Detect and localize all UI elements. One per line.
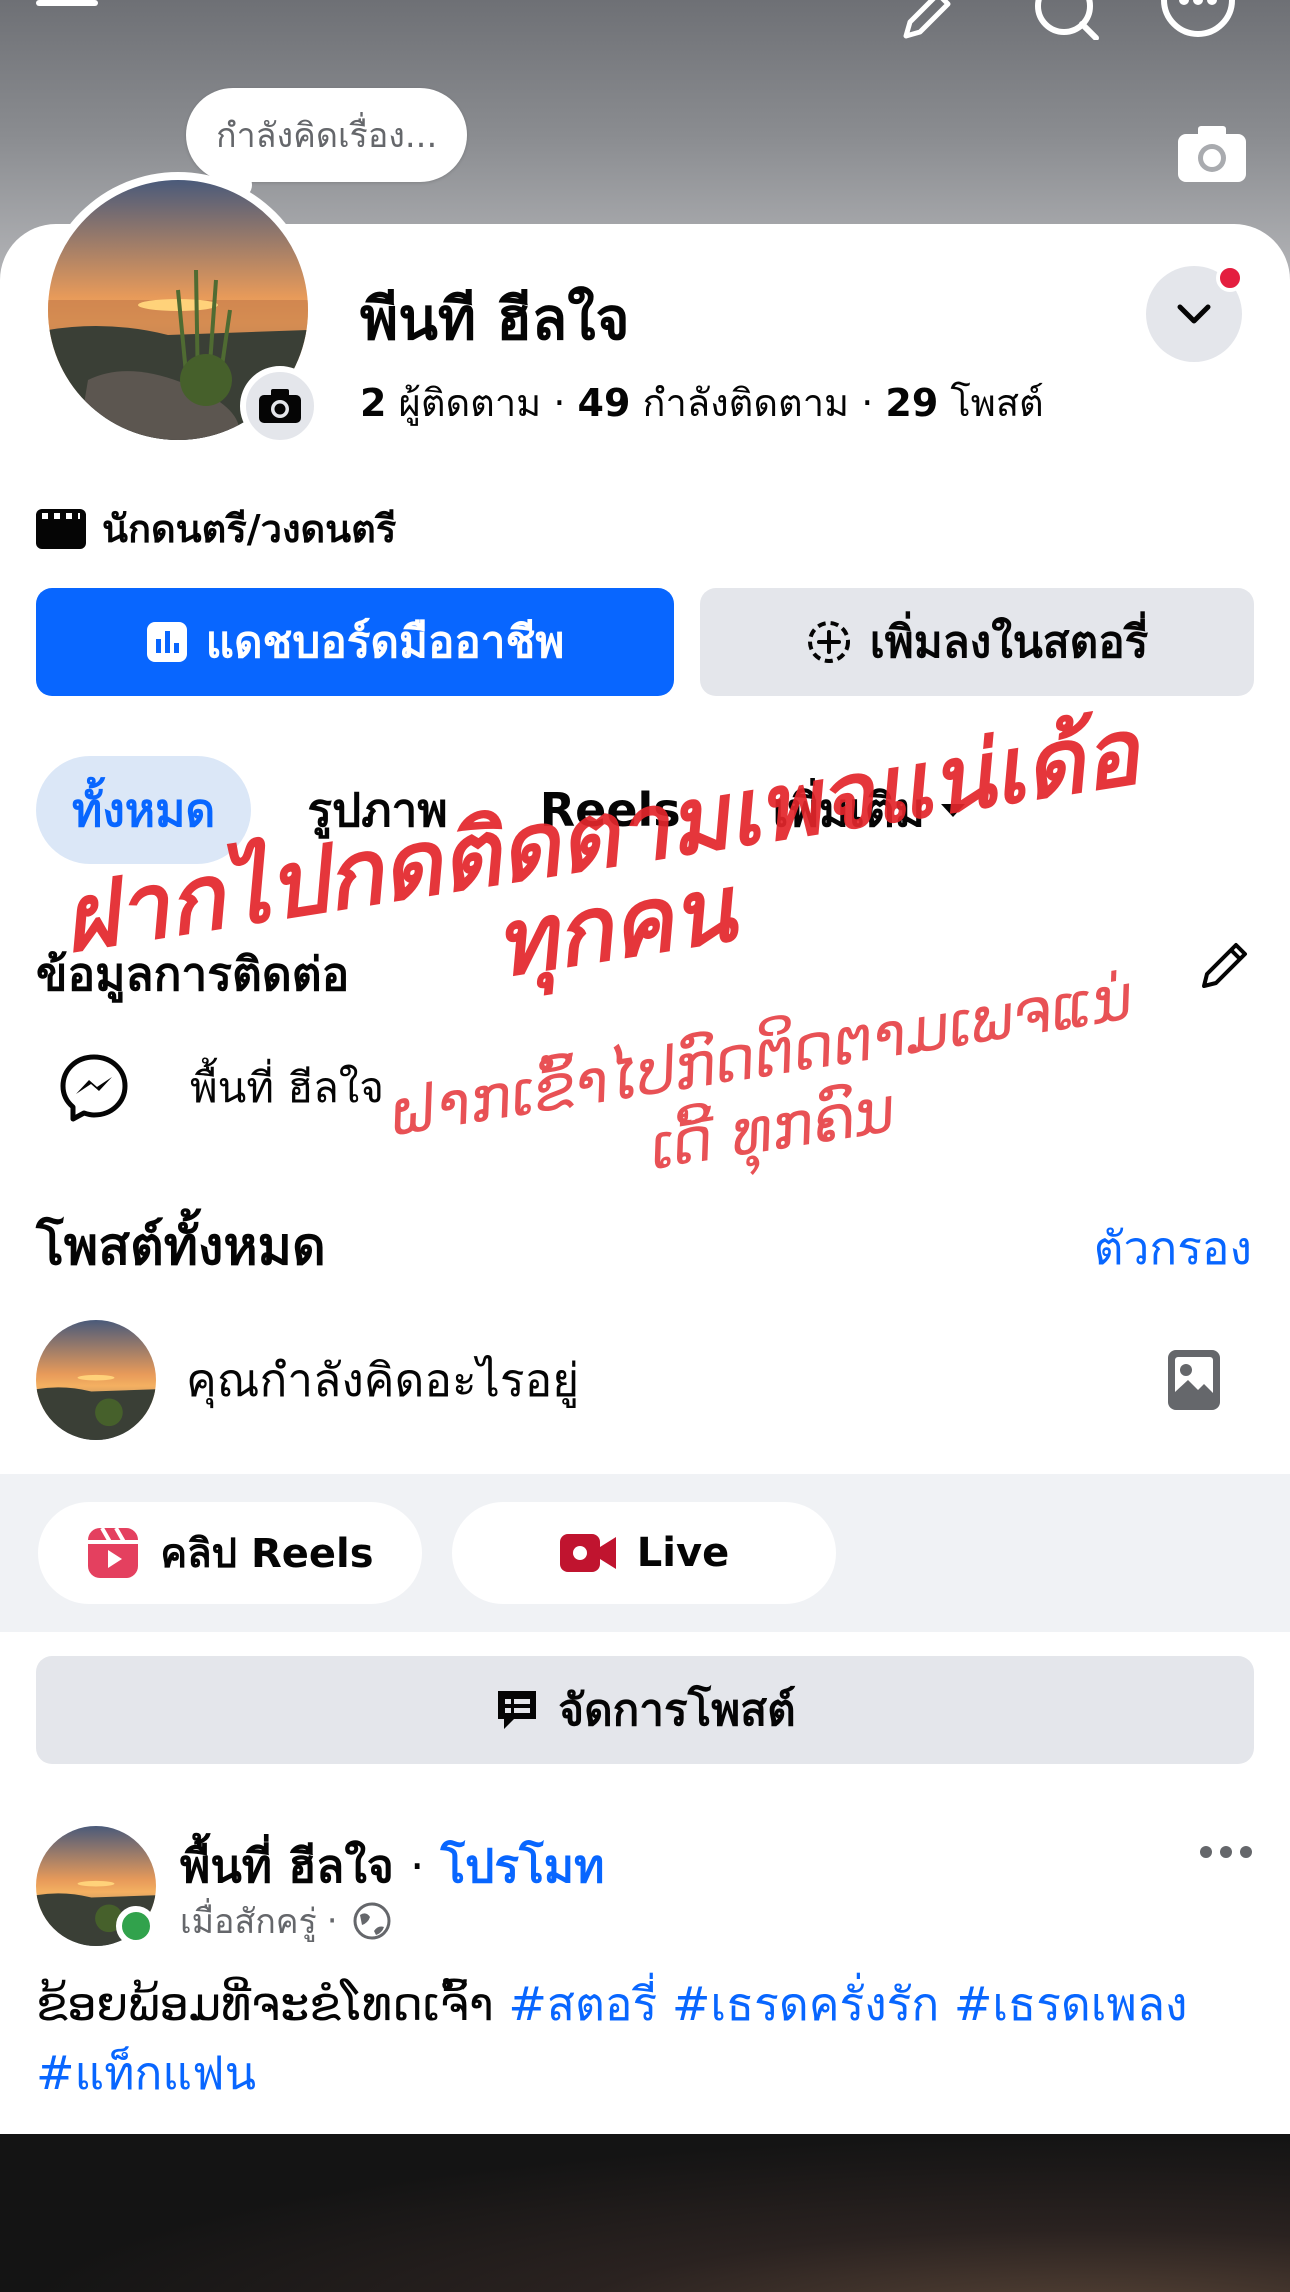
hashtag-link[interactable]: #สตอรี่ xyxy=(508,1977,657,2031)
page-category: นักดนตรี/วงดนตรี xyxy=(36,498,396,559)
post-meta: เมื่อสักครู่ · xyxy=(180,1894,392,1948)
composer-prompt[interactable]: คุณกำลังคิดอะไรอยู่ xyxy=(186,1344,579,1417)
hashtag-link[interactable]: #แท็กแฟน xyxy=(36,2046,256,2100)
promote-link[interactable]: โปรโมท xyxy=(440,1839,604,1893)
tab-all-label: ทั้งหมด xyxy=(72,782,216,837)
manage-posts-icon xyxy=(498,1691,537,1729)
all-posts-heading: โพสต์ทั้งหมด xyxy=(36,1217,326,1277)
post-options-button[interactable] xyxy=(1200,1846,1260,1858)
post-author-line: พื้นที่ ฮีลใจ · โปรโมท xyxy=(180,1830,604,1903)
change-profile-picture-button[interactable] xyxy=(240,366,320,446)
author-separator: · xyxy=(409,1839,425,1893)
dashboard-label: แดชบอร์ดมืออาชีพ xyxy=(205,617,565,668)
online-status-dot xyxy=(116,1906,156,1946)
messenger-icon xyxy=(60,1054,128,1122)
hamburger-menu-icon[interactable] xyxy=(36,0,98,32)
camera-icon xyxy=(259,389,301,423)
hashtag-link[interactable]: #เธรดครั่งรัก xyxy=(672,1977,939,2031)
more-dot-icon xyxy=(1200,1846,1212,1858)
posts-label: โพสต์ xyxy=(950,381,1044,425)
post-composer[interactable]: คุณกำลังคิดอะไรอยู่ xyxy=(36,1320,1256,1440)
manage-posts-label: จัดการโพสต์ xyxy=(558,1685,796,1736)
pencil-icon[interactable] xyxy=(898,0,954,44)
chevron-down-icon xyxy=(1177,304,1211,324)
profile-stats: 2 ผู้ติดตาม · 49 กำลังติดตาม · 29 โพสต์ xyxy=(360,372,1044,433)
contact-messenger-row[interactable]: พื้นที่ ฮีลใจ xyxy=(58,1052,384,1124)
stats-separator: · xyxy=(553,381,566,425)
avatar[interactable] xyxy=(36,1320,156,1440)
globe-icon xyxy=(353,1902,391,1940)
reels-icon xyxy=(88,1527,139,1578)
stats-separator: · xyxy=(861,381,874,425)
sunset-lake-photo xyxy=(36,1320,156,1440)
dashboard-chart-icon xyxy=(146,622,187,662)
category-label: นักดนตรี/วงดนตรี xyxy=(102,507,397,551)
reels-button[interactable]: คลิป Reels xyxy=(38,1502,422,1604)
meta-separator: · xyxy=(326,1901,338,1941)
post-text: ຂ້ອຍພ້ອມທີ່ຈະຂໍໂທດເຈົ້າ xyxy=(36,1977,494,2031)
pencil-icon[interactable] xyxy=(1196,936,1254,994)
following-label[interactable]: กำลังติดตาม xyxy=(643,381,850,425)
professional-dashboard-button[interactable]: แดชบอร์ดมืออาชีพ xyxy=(36,588,674,696)
post-author-name[interactable]: พื้นที่ ฮีลใจ xyxy=(180,1839,394,1893)
more-dot-icon xyxy=(1220,1846,1232,1858)
messenger-name: พื้นที่ ฮีลใจ xyxy=(190,1063,384,1112)
add-to-story-button[interactable]: เพิ่มลงในสตอรี่ xyxy=(700,588,1254,696)
notification-dot xyxy=(1216,264,1244,292)
search-icon[interactable] xyxy=(1030,0,1100,40)
live-label: Live xyxy=(636,1530,730,1576)
hashtag-link[interactable]: #เธรดเพลง xyxy=(954,1977,1188,2031)
clapperboard-icon xyxy=(36,508,86,549)
filter-link[interactable]: ตัวกรอง xyxy=(1094,1212,1252,1285)
add-circle-icon xyxy=(807,621,850,663)
photo-icon[interactable] xyxy=(1166,1348,1222,1412)
followers-label[interactable]: ผู้ติดตาม xyxy=(399,381,542,425)
manage-posts-button[interactable]: จัดการโพสต์ xyxy=(36,1656,1254,1764)
cover-camera-icon[interactable] xyxy=(1176,124,1248,184)
post-time[interactable]: เมื่อสักครู่ xyxy=(180,1894,317,1948)
live-button[interactable]: Live xyxy=(452,1502,836,1604)
reels-label: คลิป Reels xyxy=(160,1531,374,1577)
post-body: ຂ້ອຍພ້ອມທີ່ຈະຂໍໂທດເຈົ້າ #สตอรี่ #เธรดครั… xyxy=(36,1970,1256,2108)
following-count[interactable]: 49 xyxy=(578,381,631,425)
live-video-icon xyxy=(559,1534,616,1572)
thought-bubble[interactable]: กำลังคิดเรื่อง... xyxy=(186,88,468,182)
profile-name: พีนที ฮีลใจ xyxy=(360,285,630,353)
add-story-label: เพิ่มลงในสตอรี่ xyxy=(869,617,1149,668)
post-media[interactable] xyxy=(0,2134,1290,2292)
more-dot-icon xyxy=(1240,1846,1252,1858)
more-icon[interactable] xyxy=(1160,0,1236,38)
posts-count: 29 xyxy=(885,381,939,425)
followers-count[interactable]: 2 xyxy=(360,381,386,425)
